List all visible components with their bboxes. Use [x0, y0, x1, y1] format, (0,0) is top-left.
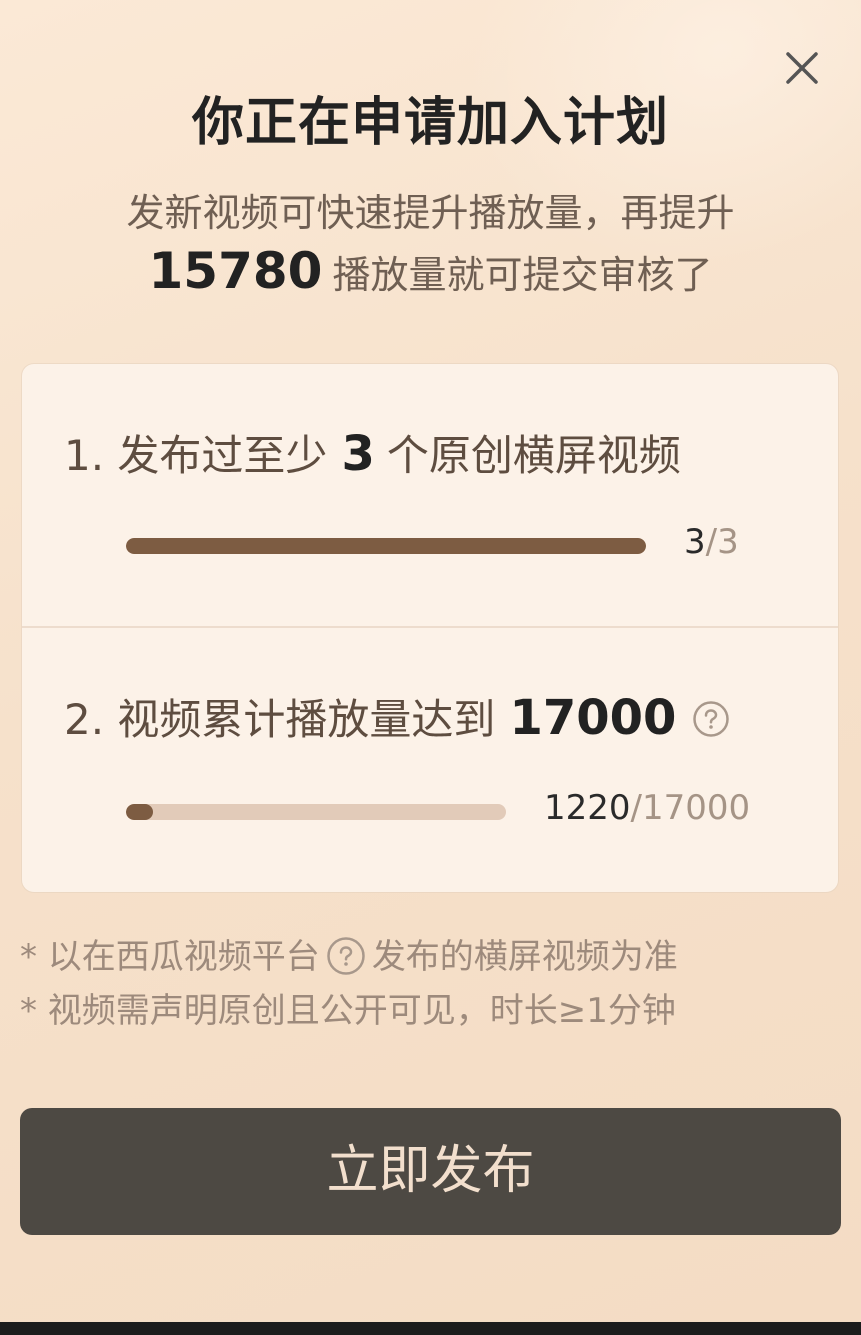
subtitle-line-2-suffix: 播放量就可提交审核了: [332, 253, 713, 297]
question-circle-icon[interactable]: [326, 936, 366, 976]
note-1-suffix: 发布的横屏视频为准: [371, 937, 678, 977]
requirements-card: 1. 发布过至少 3 个原创横屏视频 3/3 2. 视频累计播放量达到 17000 1…: [22, 364, 838, 892]
note-line-1: * 以在西瓜视频平台 发布的横屏视频为准: [20, 930, 678, 984]
requirement-2-label: 2. 视频累计播放量达到 17000: [64, 686, 730, 747]
requirement-1-progress-count: 3/3: [684, 522, 739, 562]
requirement-1-current: 3: [684, 522, 706, 562]
question-circle-icon[interactable]: [692, 700, 730, 738]
requirement-1-progress-fill: [126, 538, 646, 554]
requirement-1-progress-bar: [126, 538, 646, 554]
subtitle-line-1: 发新视频可快速提升播放量，再提升: [126, 191, 735, 235]
note-line-2: * 视频需声明原创且公开可见，时长≥1分钟: [20, 991, 676, 1031]
requirement-1-total: /3: [705, 522, 739, 562]
requirement-1-suffix: 个原创横屏视频: [386, 431, 681, 480]
subtitle-line-2: 15780 播放量就可提交审核了: [60, 242, 801, 304]
requirement-1-label: 1. 发布过至少 3 个原创横屏视频: [64, 422, 681, 483]
notes: * 以在西瓜视频平台 发布的横屏视频为准 * 视频需声明原创且公开可见，时长≥1…: [20, 930, 678, 1038]
requirement-2-prefix: 2. 视频累计播放量达到: [64, 695, 496, 744]
note-1-prefix: * 以在西瓜视频平台: [20, 937, 320, 977]
requirement-2-total: /17000: [630, 788, 751, 828]
requirement-1-target: 3: [341, 426, 375, 482]
requirement-2-progress-count: 1220/17000: [544, 788, 750, 828]
remaining-views-value: 15780: [148, 242, 323, 300]
card-divider: [22, 626, 838, 628]
apply-plan-dialog: 你正在申请加入计划 发新视频可快速提升播放量，再提升 15780 播放量就可提交审…: [0, 0, 861, 1322]
dialog-title: 你正在申请加入计划: [191, 93, 669, 153]
requirement-1-prefix: 1. 发布过至少: [64, 431, 328, 480]
publish-now-button[interactable]: 立即发布: [20, 1108, 841, 1235]
dialog-subtitle: 发新视频可快速提升播放量，再提升 15780 播放量就可提交审核了: [60, 184, 801, 304]
requirement-2-progress-fill: [126, 804, 154, 820]
requirement-2-target: 17000: [509, 690, 677, 746]
requirement-2-current: 1220: [544, 788, 631, 828]
requirement-2-progress-bar: [126, 804, 506, 820]
